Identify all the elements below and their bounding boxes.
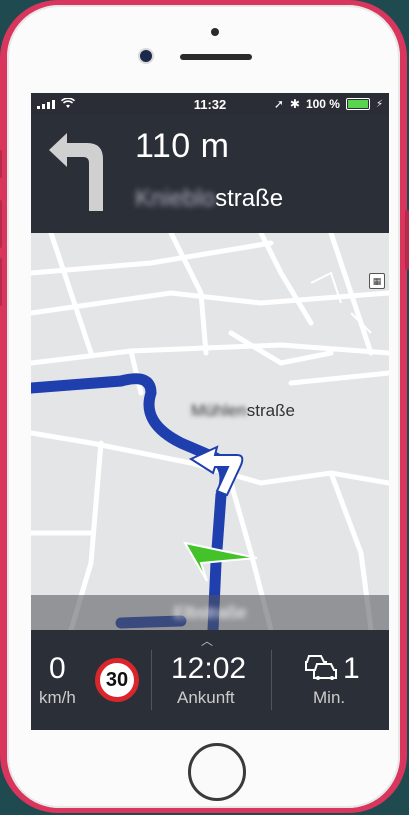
battery-percentage: 100 %	[305, 97, 340, 111]
arrival-time: 12:02	[171, 652, 247, 685]
map-street-label: Mühlenstraße	[191, 401, 295, 421]
map-layers-icon[interactable]: ▦	[369, 273, 385, 289]
battery-icon	[345, 98, 370, 110]
power-button	[405, 210, 409, 270]
map-view[interactable]: ▦ Mühlenstraße	[31, 233, 389, 630]
speed-limit-sign: 30	[95, 658, 139, 702]
arrival-label: Ankunft	[177, 688, 235, 707]
volume-up-button	[0, 200, 2, 248]
trip-info-bar[interactable]: ︿ 0 km/h 30 12:02 Ankunft 1 Min.	[31, 630, 389, 730]
traffic-delay: 1	[343, 652, 360, 685]
next-street-blurred: Knieblo	[135, 185, 216, 212]
current-street-name: Elbstraße	[173, 603, 247, 622]
charging-icon: ⚡	[375, 98, 383, 110]
home-button[interactable]	[188, 743, 246, 801]
bluetooth-icon: ✱	[289, 97, 300, 111]
maneuver-panel[interactable]: 110 m Knieblostraße	[31, 115, 389, 233]
proximity-sensor	[211, 28, 219, 36]
turn-left-arrow-icon	[49, 133, 103, 211]
mute-switch	[0, 150, 2, 178]
divider	[151, 650, 152, 710]
map-canvas	[31, 233, 389, 630]
map-street-blurred: Mühlen	[191, 401, 247, 420]
chevron-up-icon[interactable]: ︿	[201, 632, 213, 649]
earpiece-speaker	[180, 54, 252, 60]
current-speed: 0	[49, 652, 66, 685]
current-street-banner: Elbstraße	[31, 595, 389, 631]
location-arrow-icon: ➚	[273, 97, 284, 111]
volume-down-button	[0, 258, 2, 306]
divider	[271, 650, 272, 710]
cars-traffic-icon	[305, 655, 337, 680]
navigation-screen: 11:32 ➚ ✱ 100 % ⚡ 110 m Knieblostraße ▦ …	[31, 93, 389, 730]
next-street-suffix: straße	[215, 185, 284, 212]
traffic-delay-unit: Min.	[313, 688, 346, 707]
next-street-name: Knieblostraße	[135, 185, 283, 213]
front-camera	[140, 50, 152, 62]
status-bar: 11:32 ➚ ✱ 100 % ⚡	[31, 93, 389, 115]
map-street-suffix: straße	[246, 401, 295, 420]
maneuver-distance: 110 m	[135, 127, 230, 165]
speed-unit: km/h	[39, 688, 76, 707]
